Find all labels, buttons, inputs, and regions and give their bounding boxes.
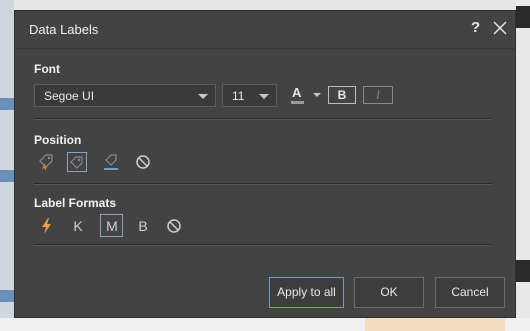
label-formats-divider (34, 244, 492, 246)
help-button[interactable]: ? (471, 19, 480, 36)
close-icon[interactable] (491, 19, 509, 37)
position-section-title: Position (34, 133, 82, 147)
font-color-picker[interactable]: A (290, 85, 321, 105)
italic-toggle[interactable]: I (363, 86, 393, 104)
label-formats-section-title: Label Formats (34, 196, 117, 210)
label-inside-icon[interactable] (36, 152, 56, 172)
lightning-icon[interactable] (37, 216, 57, 236)
font-color-swatch (291, 101, 304, 104)
data-labels-dialog: Data Labels ? Font Segoe UI 11 A B I Pos… (14, 10, 516, 318)
position-divider (34, 183, 492, 185)
font-family-value: Segoe UI (44, 89, 95, 103)
format-k-option[interactable]: K (71, 218, 85, 234)
font-family-select[interactable]: Segoe UI (34, 84, 216, 107)
font-section-title: Font (34, 62, 60, 76)
format-b-option[interactable]: B (136, 218, 150, 234)
bold-toggle[interactable]: B (328, 86, 356, 104)
background-app-right (516, 0, 530, 331)
font-size-select[interactable]: 11 (222, 84, 277, 107)
font-divider (34, 118, 492, 120)
background-app-left (0, 0, 14, 331)
label-outside-icon[interactable] (67, 152, 87, 172)
chevron-down-icon (259, 94, 269, 99)
dialog-title: Data Labels (29, 22, 99, 37)
chevron-down-icon (313, 93, 321, 97)
none-icon[interactable] (133, 152, 153, 172)
format-none-icon[interactable] (164, 216, 184, 236)
ok-button[interactable]: OK (354, 277, 424, 308)
label-above-icon[interactable] (101, 152, 121, 172)
cancel-button[interactable]: Cancel (435, 277, 505, 308)
dialog-titlebar: Data Labels ? (15, 11, 515, 49)
chevron-down-icon (198, 94, 208, 99)
background-chart-hint (365, 318, 505, 331)
apply-to-all-button[interactable]: Apply to all (269, 277, 344, 308)
font-color-icon: A (292, 85, 302, 100)
font-size-value: 11 (232, 89, 245, 103)
background-app-top (14, 0, 530, 10)
format-m-option[interactable]: M (103, 218, 121, 234)
